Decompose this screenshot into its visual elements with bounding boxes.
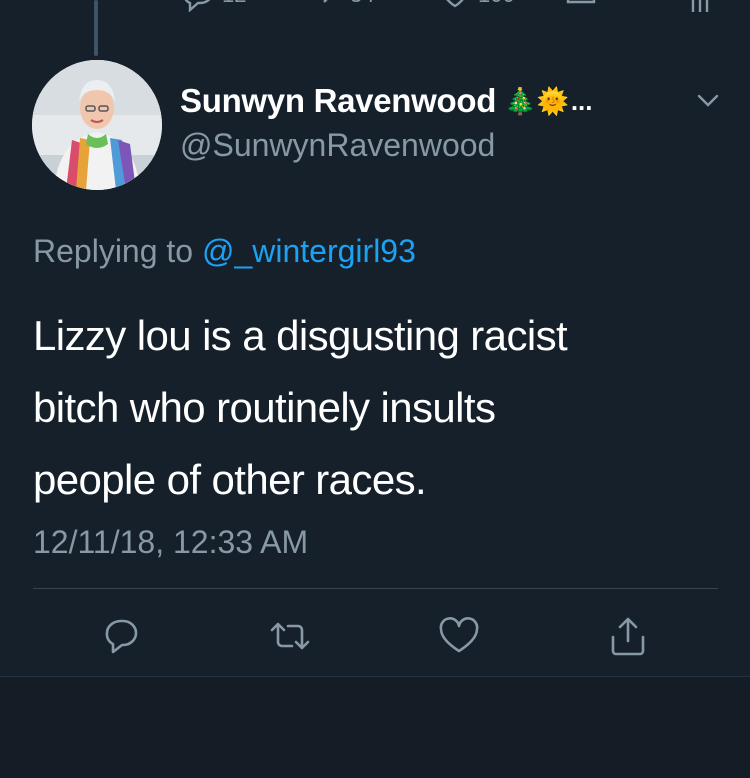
tweet-text: Lizzy lou is a disgusting racist bitch w… (33, 300, 713, 516)
previous-retweet-button[interactable]: 34 (312, 0, 374, 12)
display-name: Sunwyn Ravenwood (180, 82, 497, 119)
like-button[interactable] (435, 612, 483, 660)
divider (33, 588, 718, 589)
previous-stats-button[interactable] (690, 0, 710, 14)
more-options-button[interactable] (697, 94, 719, 113)
tweet-timestamp[interactable]: 12/11/18, 12:33 AM (33, 524, 308, 561)
previous-reply-button[interactable]: 12 (180, 0, 246, 12)
previous-share-button[interactable] (566, 0, 596, 12)
retweet-icon (270, 622, 310, 650)
share-button[interactable] (604, 612, 652, 660)
tweet-text-line: bitch who routinely insults (33, 384, 496, 431)
chevron-down-icon (697, 94, 719, 107)
retweet-icon (323, 0, 328, 3)
share-icon (611, 617, 645, 656)
avatar[interactable] (32, 60, 162, 190)
name-emoji: 🎄🌞 (504, 85, 569, 116)
replying-mention-link[interactable]: @_wintergirl93 (202, 233, 416, 269)
previous-like-count: 100 (478, 0, 515, 8)
author-handle[interactable]: @SunwynRavenwood (180, 127, 495, 164)
section-divider (0, 676, 750, 677)
avatar-photo (32, 60, 162, 190)
reply-button[interactable] (97, 612, 145, 660)
previous-reply-count: 12 (222, 0, 246, 8)
name-truncation: ... (570, 85, 593, 116)
author-name-row[interactable]: Sunwyn Ravenwood 🎄🌞 ... (180, 82, 593, 120)
previous-retweet-count: 34 (350, 0, 374, 8)
share-icon (566, 0, 596, 4)
tweet-text-line: Lizzy lou is a disgusting racist (33, 312, 568, 359)
reply-icon (184, 0, 211, 12)
replying-prefix: Replying to (33, 233, 194, 269)
reply-icon (105, 619, 138, 654)
replying-to: Replying to @_wintergirl93 (33, 233, 416, 270)
previous-like-button[interactable]: 100 (440, 0, 515, 12)
heart-icon (446, 0, 464, 8)
stats-icon (691, 0, 709, 12)
tweet-detail: 12 34 100 (0, 0, 750, 676)
previous-tweet-actions: 12 34 100 (0, 0, 750, 16)
heart-icon (439, 617, 479, 653)
tweet-text-line: people of other races. (33, 456, 427, 503)
retweet-button[interactable] (266, 612, 314, 660)
